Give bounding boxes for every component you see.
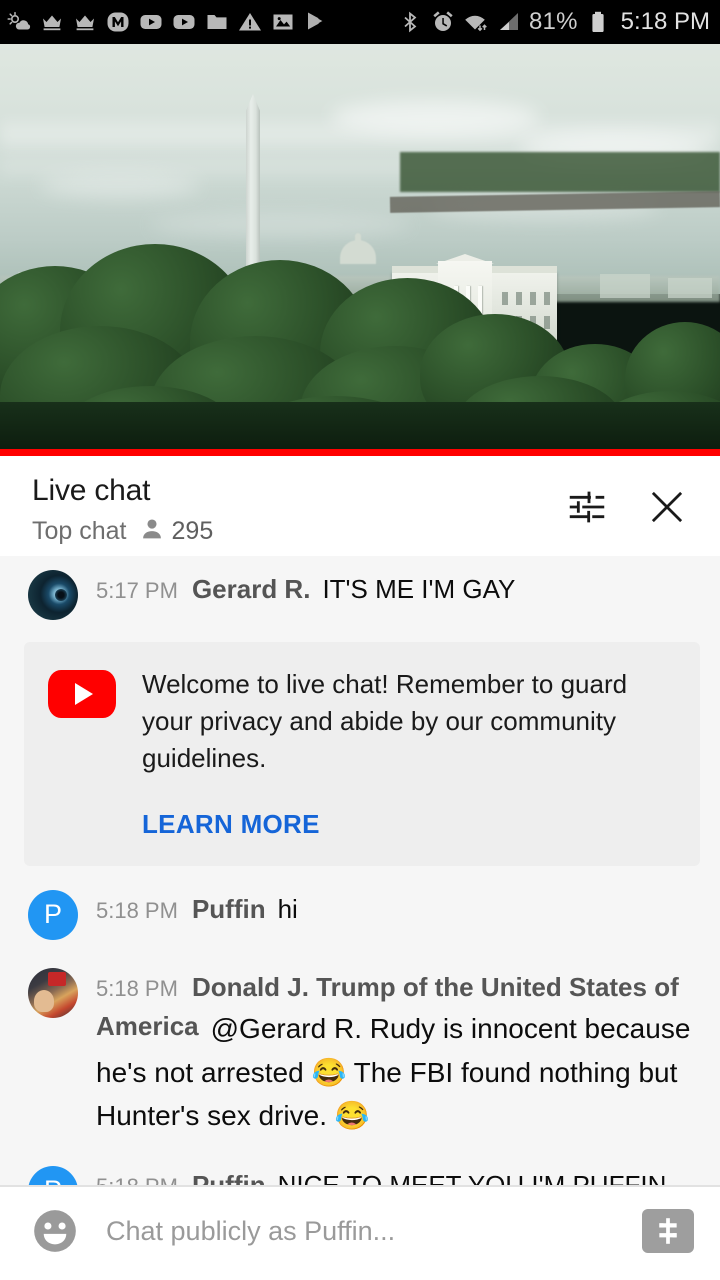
message-body: 5:17 PM Gerard R. IT'S ME I'M GAY (96, 570, 698, 610)
youtube-logo-icon (48, 670, 116, 718)
video-progress-bar[interactable] (0, 449, 720, 456)
avatar[interactable]: P (28, 889, 78, 940)
alarm-icon (430, 9, 456, 35)
message-body: 5:18 PM Puffin NICE TO MEET YOU I'M PUFFIN (96, 1166, 698, 1185)
chat-input-bar (0, 1187, 720, 1275)
signal-icon (496, 9, 522, 35)
super-chat-dollar-icon[interactable] (642, 1209, 694, 1253)
search-input[interactable] (106, 1215, 616, 1247)
avatar[interactable] (28, 967, 78, 1018)
chat-message-list[interactable]: 5:17 PM Gerard R. IT'S ME I'M GAY Welcome … (0, 556, 720, 1185)
bluetooth-icon (397, 9, 423, 35)
message-text: NICE TO MEET YOU I'M PUFFIN (277, 1169, 667, 1185)
warning-icon (237, 9, 263, 35)
m-app-icon (105, 9, 131, 35)
message-text: hi (277, 893, 298, 924)
person-icon (139, 516, 165, 547)
message-body: 5:18 PM Puffin hi (96, 890, 698, 930)
chat-message-row[interactable]: P 5:18 PM Puffin hi (0, 876, 720, 954)
video-player[interactable] (0, 44, 720, 456)
battery-percent-label: 81% (528, 8, 578, 35)
wifi-icon (463, 9, 489, 35)
page-title: Live chat (32, 474, 151, 507)
chat-header-actions (564, 474, 698, 530)
youtube-icon (138, 9, 164, 35)
chat-mode-label[interactable]: Top chat (32, 517, 127, 546)
emoji-smiley-icon[interactable] (30, 1206, 80, 1256)
status-bar-left-icons (6, 9, 397, 35)
close-x-icon[interactable] (644, 484, 690, 530)
message-timestamp: 5:18 PM (96, 1174, 178, 1185)
learn-more-link[interactable]: LEARN MORE (142, 809, 320, 840)
live-chat-header: Live chat Top chat 295 (0, 456, 720, 556)
message-timestamp: 5:17 PM (96, 578, 178, 603)
folder-icon (204, 9, 230, 35)
youtube-icon (171, 9, 197, 35)
message-author[interactable]: Puffin (192, 1170, 266, 1185)
avatar[interactable] (28, 570, 78, 620)
chat-header-subline: Top chat 295 (32, 516, 213, 547)
message-timestamp: 5:18 PM (96, 975, 178, 1001)
message-text: IT'S ME I'M GAY (322, 574, 516, 604)
play-store-icon (303, 9, 329, 35)
weather-icon (6, 9, 32, 35)
live-chat-welcome-banner: Welcome to live chat! Remember to guard … (24, 642, 700, 866)
tree-canopy (0, 226, 720, 456)
chat-message-row[interactable]: P 5:18 PM Puffin NICE TO MEET YOU I'M PUFF… (0, 1152, 720, 1185)
photos-icon (270, 9, 296, 35)
chat-message-row[interactable]: 5:18 PM Donald J. Trump of the United Sta… (0, 954, 720, 1152)
message-body: 5:18 PM Donald J. Trump of the United Sta… (96, 968, 698, 1138)
battery-icon (585, 9, 611, 35)
banner-body: Welcome to live chat! Remember to guard … (142, 666, 674, 840)
crown-icon (72, 9, 98, 35)
avatar[interactable]: P (28, 1165, 78, 1185)
message-timestamp: 5:18 PM (96, 897, 178, 923)
message-author[interactable]: Gerard R. (192, 574, 311, 604)
crown-icon (39, 9, 65, 35)
status-bar: 81% 5:18 PM (0, 0, 720, 44)
chat-header-titles: Live chat Top chat 295 (32, 474, 213, 547)
status-bar-right-icons: 81% 5:18 PM (397, 8, 710, 36)
chat-message-row[interactable]: 5:17 PM Gerard R. IT'S ME I'M GAY (0, 556, 720, 634)
tune-sliders-icon[interactable] (564, 484, 610, 530)
viewer-count-group: 295 (139, 516, 214, 547)
message-author[interactable]: Puffin (192, 894, 266, 924)
viewer-count-label: 295 (171, 517, 214, 545)
status-bar-clock: 5:18 PM (620, 8, 710, 35)
banner-text: Welcome to live chat! Remember to guard … (142, 669, 628, 773)
